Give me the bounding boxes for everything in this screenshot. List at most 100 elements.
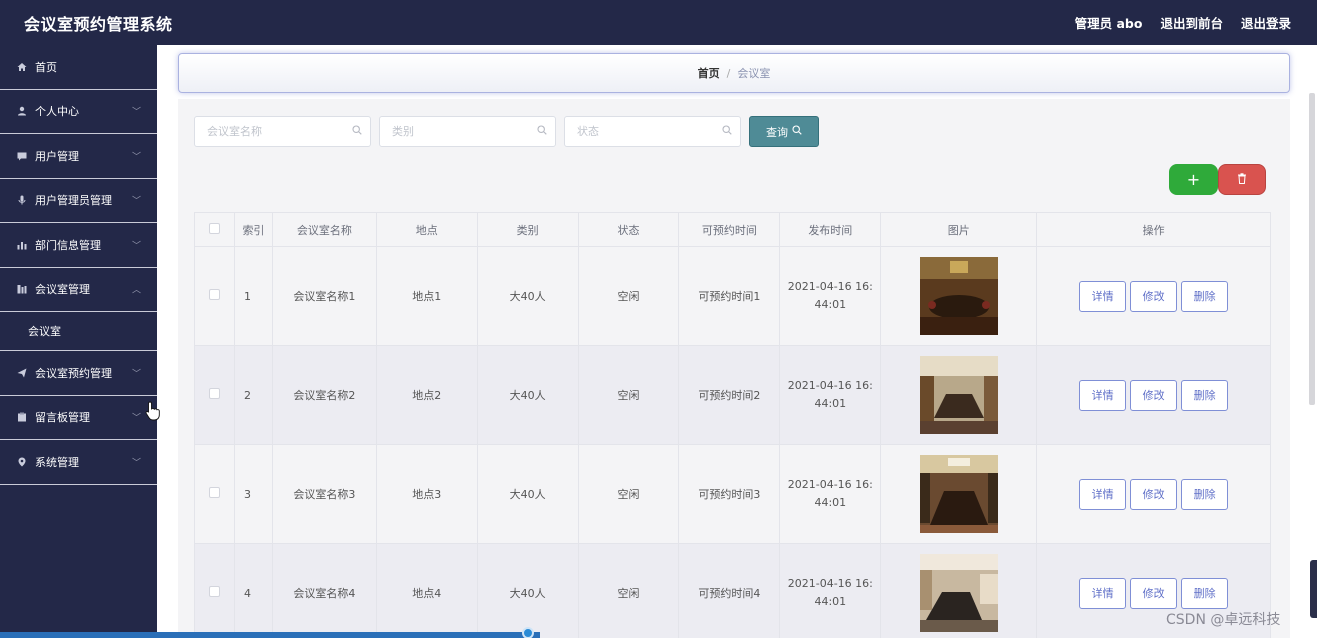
column-header: 状态 [577,212,680,247]
meeting-room-photo[interactable] [919,257,998,335]
search-icon [722,125,732,138]
actions-cell: 详情 修改 删除 [1036,444,1271,544]
scrollbar-thumb[interactable] [1309,93,1315,405]
publish-time-cell: 2021-04-16 16: 44:01 [779,246,882,346]
chevron-down-icon: ﹀ [131,107,141,118]
available-time-cell: 可预约时间1 [678,246,781,346]
chevron-down-icon: ﹀ [131,152,141,163]
index-cell: 1 [233,246,273,346]
publish-time-clock: 44:01 [814,397,847,410]
row-checkbox[interactable] [208,289,220,300]
edit-button[interactable]: 修改 [1130,478,1178,510]
exit-to-front-link[interactable]: 退出到前台 [1160,13,1223,32]
sidebar-item-admins[interactable]: 用户管理员管理 ﹀ [0,179,157,223]
meeting-room-photo[interactable] [919,356,998,434]
vertical-scrollbar[interactable] [1307,45,1317,638]
query-button[interactable]: 查询 [749,116,819,147]
detail-button[interactable]: 详情 [1079,478,1127,510]
sidebar-item-message-board[interactable]: 留言板管理 ﹀ [0,396,157,440]
index-cell: 4 [233,543,273,638]
sidebar-subitem-meeting-room[interactable]: 会议室 [0,312,157,351]
delete-button[interactable]: 删除 [1181,379,1229,411]
detail-button[interactable]: 详情 [1079,280,1127,312]
sidebar-item-system[interactable]: 系统管理 ﹀ [0,440,157,485]
type-search-input[interactable] [380,117,555,146]
sidebar-item-users[interactable]: 用户管理 ﹀ [0,134,157,179]
column-header: 可预约时间 [678,212,781,247]
user-icon [16,105,28,117]
publish-time-date: 2021-04-16 16: [787,379,873,392]
sidebar-item-label: 留言板管理 [35,411,90,425]
sidebar-item-label: 用户管理 [35,149,79,163]
available-time-cell: 可预约时间4 [678,543,781,638]
name-search-input[interactable] [195,117,370,146]
status-cell: 空闲 [577,345,680,445]
index-cell: 3 [233,444,273,544]
meeting-room-photo[interactable] [919,455,998,533]
sidebar-item-label: 部门信息管理 [35,238,101,252]
row-checkbox[interactable] [208,388,220,399]
delete-button[interactable]: 删除 [1181,280,1229,312]
type-cell: 大40人 [476,345,579,445]
clipboard-icon [16,411,28,423]
publish-time-date: 2021-04-16 16: [787,280,873,293]
status-search-input[interactable] [565,117,740,146]
side-tab[interactable] [1310,560,1317,618]
sidebar-item-profile[interactable]: 个人中心 ﹀ [0,90,157,134]
delete-button[interactable]: 删除 [1181,577,1229,609]
location-cell: 地点2 [375,345,478,445]
detail-button[interactable]: 详情 [1079,379,1127,411]
publish-time-clock: 44:01 [814,298,847,311]
edit-button[interactable]: 修改 [1130,577,1178,609]
column-header: 类别 [476,212,579,247]
type-cell: 大40人 [476,444,579,544]
name-cell: 会议室名称4 [271,543,377,638]
logout-link[interactable]: 退出登录 [1241,13,1291,32]
publish-time-cell: 2021-04-16 16: 44:01 [779,543,882,638]
select-all-checkbox[interactable] [208,222,220,234]
delete-button[interactable]: 删除 [1181,478,1229,510]
top-header: 会议室预约管理系统 管理员 abo 退出到前台 退出登录 [0,0,1317,45]
row-checkbox[interactable] [208,586,220,597]
sidebar-item-reservations[interactable]: 会议室预约管理 ﹀ [0,351,157,396]
header-actions: 管理员 abo 退出到前台 退出登录 [1075,13,1291,32]
meeting-room-photo[interactable] [919,554,998,632]
publish-time-date: 2021-04-16 16: [787,478,873,491]
hand-cursor-icon [145,401,161,426]
breadcrumb-separator: / [726,66,731,80]
sidebar-item-meeting-rooms[interactable]: 会议室管理 ︿ [0,268,157,312]
add-button[interactable]: + [1169,164,1218,195]
breadcrumb: 首页 / 会议室 [178,53,1290,93]
search-icon [537,125,547,138]
edit-button[interactable]: 修改 [1130,280,1178,312]
image-cell [880,345,1038,445]
building-icon [16,283,28,295]
sidebar-item-departments[interactable]: 部门信息管理 ﹀ [0,223,157,268]
sidebar-item-home[interactable]: 首页 [0,45,157,90]
name-cell: 会议室名称1 [271,246,377,346]
status-cell: 空闲 [577,246,680,346]
available-time-cell: 可预约时间2 [678,345,781,445]
search-icon [792,125,802,138]
column-header: 索引 [233,212,273,247]
actions-cell: 详情 修改 删除 [1036,246,1271,346]
row-checkbox[interactable] [208,487,220,498]
watermark: CSDN @卓远科技 [1166,612,1281,628]
sidebar-item-label: 会议室预约管理 [35,366,112,380]
breadcrumb-home[interactable]: 首页 [698,65,720,81]
type-search-field [379,116,556,147]
chevron-down-icon: ﹀ [131,196,141,207]
main-content: 首页 / 会议室 会议室名称 类别 状态 查询 + 索引 会议室名称 地点 类别… [157,45,1317,638]
chevron-down-icon: ﹀ [131,458,141,469]
edit-button[interactable]: 修改 [1130,379,1178,411]
column-header: 地点 [375,212,478,247]
detail-button[interactable]: 详情 [1079,577,1127,609]
loading-progress-bar [0,632,540,638]
chevron-up-icon: ︿ [131,285,141,296]
location-icon [16,456,28,468]
batch-delete-button[interactable] [1218,164,1266,195]
column-header: 操作 [1036,212,1271,247]
sidebar-item-label: 个人中心 [35,105,79,119]
available-time-cell: 可预约时间3 [678,444,781,544]
mic-icon [16,194,28,206]
